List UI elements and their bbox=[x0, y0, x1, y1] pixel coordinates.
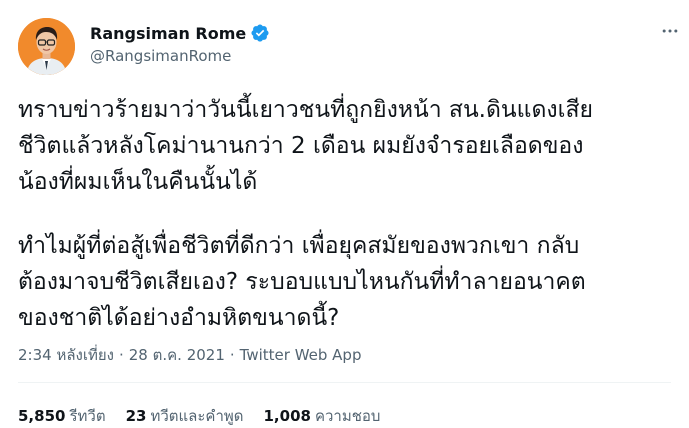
likes-label: ความชอบ bbox=[314, 407, 381, 425]
tweet-text: ทราบข่าวร้ายมาว่าวันนี้เยาวชนที่ถูกยิงหน… bbox=[18, 92, 678, 336]
display-name[interactable]: Rangsiman Rome bbox=[90, 24, 246, 43]
tweet-card: Rangsiman Rome @RangsimanRome ทราบข่าวร้… bbox=[0, 0, 689, 425]
likes-count: 1,008 bbox=[263, 407, 311, 425]
meta-separator: · bbox=[118, 346, 124, 364]
tweet-header: Rangsiman Rome @RangsimanRome bbox=[90, 20, 650, 72]
avatar[interactable] bbox=[18, 18, 75, 75]
meta-separator: · bbox=[229, 346, 235, 364]
more-options-icon[interactable] bbox=[657, 18, 683, 44]
avatar-image bbox=[18, 18, 75, 75]
user-handle[interactable]: @RangsimanRome bbox=[90, 47, 650, 65]
name-row: Rangsiman Rome bbox=[90, 20, 650, 46]
tweet-paragraph: ทราบข่าวร้ายมาว่าวันนี้เยาวชนที่ถูกยิงหน… bbox=[18, 97, 594, 195]
tweet-stats: 5,850 รีทวีต 23 ทวีตและคำพูด 1,008 ความช… bbox=[18, 404, 400, 428]
retweets-count: 5,850 bbox=[18, 407, 66, 425]
tweet-meta: 2:34 หลังเที่ยง · 28 ต.ค. 2021 · Twitter… bbox=[18, 344, 361, 366]
divider bbox=[18, 382, 671, 383]
source-app-link[interactable]: Twitter Web App bbox=[240, 346, 362, 364]
verified-badge-icon bbox=[250, 23, 270, 43]
retweets-label: รีทวีต bbox=[69, 407, 106, 425]
quotes-label: ทวีตและคำพูด bbox=[150, 407, 244, 425]
quotes-count: 23 bbox=[125, 407, 147, 425]
quotes-stat[interactable]: 23 ทวีตและคำพูด bbox=[126, 404, 244, 428]
tweet-date[interactable]: 28 ต.ค. 2021 bbox=[129, 343, 225, 367]
tweet-time[interactable]: 2:34 หลังเที่ยง bbox=[18, 343, 114, 367]
retweets-stat[interactable]: 5,850 รีทวีต bbox=[18, 404, 106, 428]
likes-stat[interactable]: 1,008 ความชอบ bbox=[264, 404, 381, 428]
tweet-paragraph: ทำไมผู้ที่ต่อสู้เพื่อชีวิตที่ดีกว่า เพื่… bbox=[18, 233, 586, 331]
